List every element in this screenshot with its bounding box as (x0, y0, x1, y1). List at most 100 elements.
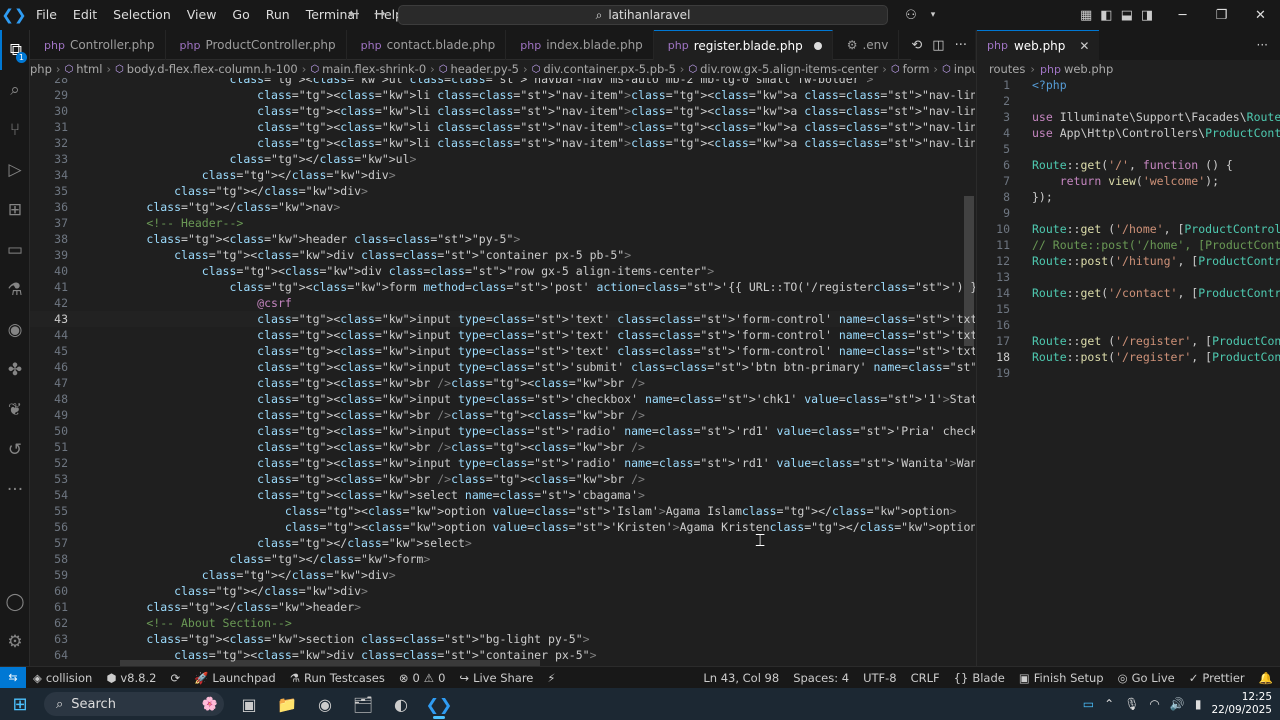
mongodb-icon[interactable]: ❦ (0, 390, 30, 430)
code-line[interactable]: 2 (977, 93, 1280, 109)
battery-icon[interactable]: ▮ (1195, 697, 1202, 711)
tab-product-controller[interactable]: php ProductController.php (166, 30, 347, 60)
notifications-bell-icon[interactable]: 🔔 (1252, 671, 1280, 685)
line-number[interactable]: 56 (30, 519, 68, 535)
code-text[interactable]: Route::post('/hitung', [ProductControlle… (1032, 253, 1280, 269)
testing-icon[interactable]: ⚗ (0, 270, 30, 310)
code-text[interactable]: class="tg"></class="kw">div> (91, 183, 368, 199)
code-text[interactable]: class="tg"><class="kw">li class=class="s… (91, 119, 975, 135)
tab-web-php[interactable]: php web.php ✕ (977, 30, 1100, 60)
source-control-icon[interactable]: ⑂ (0, 110, 30, 150)
code-line[interactable]: 7 return view('welcome'); (977, 173, 1280, 189)
chevron-down-icon[interactable]: ▾ (922, 10, 944, 20)
code-text[interactable]: class="tg"></class="kw">div> (91, 167, 396, 183)
code-line[interactable]: 15 (977, 301, 1280, 317)
code-text[interactable]: class="tg"><class="kw">li class=class="s… (91, 87, 975, 103)
menu-selection[interactable]: Selection (105, 0, 179, 30)
code-line[interactable]: 56 class="tg"><class="kw">option value=c… (30, 519, 975, 535)
line-number[interactable]: 63 (30, 631, 68, 647)
status-extra-icon[interactable]: ⚡ (540, 671, 562, 685)
code-line[interactable]: 47 class="tg"><class="kw">br />class="tg… (30, 375, 960, 391)
line-number[interactable]: 34 (30, 167, 68, 183)
line-number[interactable]: 33 (30, 151, 68, 167)
breadcrumb-item[interactable]: web.php (1064, 62, 1113, 76)
code-text[interactable]: class="tg"></class="kw">div> (91, 567, 396, 583)
line-number[interactable]: 53 (30, 471, 68, 487)
code-text[interactable]: class="tg"><class="kw">ul class=class="s… (91, 78, 873, 87)
status-encoding[interactable]: UTF-8 (856, 671, 904, 685)
code-text[interactable]: class="tg"><class="kw">li class=class="s… (91, 135, 975, 151)
line-number[interactable]: 46 (30, 359, 68, 375)
forward-arrow-icon[interactable]: → (374, 6, 386, 22)
breadcrumb-item[interactable]: div.container.px-5.pb-5 (543, 62, 675, 76)
line-number[interactable]: 51 (30, 439, 68, 455)
code-line[interactable]: 40 class="tg"><class="kw">div class=clas… (30, 263, 960, 279)
chrome-icon[interactable]: ◉ (308, 688, 342, 720)
code-line[interactable]: 44 class="tg"><class="kw">input type=cla… (30, 327, 975, 343)
minimize-icon[interactable]: ─ (1163, 0, 1202, 30)
code-text[interactable]: class="tg"></class="kw">form> (91, 551, 430, 567)
code-line[interactable]: 50 class="tg"><class="kw">input type=cla… (30, 423, 975, 439)
breadcrumb-item[interactable]: html (76, 62, 102, 76)
tab-controller[interactable]: php Controller.php (30, 30, 166, 60)
explorer-icon[interactable]: ⧉ 1 (0, 30, 30, 70)
line-number[interactable]: 18 (977, 349, 1010, 365)
code-line[interactable]: 33 class="tg"></class="kw">ul> (30, 151, 960, 167)
vscode-taskbar-icon[interactable]: ❮❯ (422, 688, 456, 720)
code-text[interactable]: <!-- About Section--> (91, 615, 291, 631)
line-number[interactable]: 29 (30, 87, 68, 103)
code-line[interactable]: 60 class="tg"></class="kw">div> (30, 583, 960, 599)
tab-register-blade[interactable]: php register.blade.php (653, 30, 833, 60)
line-number[interactable]: 15 (977, 301, 1010, 317)
code-line[interactable]: 32 class="tg"><class="kw">li class=class… (30, 135, 975, 151)
code-text[interactable]: class="tg"></class="kw">header> (91, 599, 361, 615)
code-line[interactable]: 1 <?php (977, 78, 1280, 93)
code-text[interactable]: @csrf (91, 295, 292, 311)
code-line[interactable]: 62 <!-- About Section--> (30, 615, 960, 631)
remote-indicator-icon[interactable]: ⇆ (0, 666, 26, 689)
line-number[interactable]: 47 (30, 375, 68, 391)
code-text[interactable]: <?php (1032, 78, 1067, 93)
status-indentation[interactable]: Spaces: 4 (786, 671, 856, 685)
code-line[interactable]: 9 (977, 205, 1280, 221)
line-number[interactable]: 55 (30, 503, 68, 519)
toggle-panel-icon[interactable]: ⬓ (1121, 8, 1133, 23)
code-line[interactable]: 4 use App\Http\Controllers\ProductControl… (977, 125, 1280, 141)
status-language[interactable]: {} Blade (947, 671, 1012, 685)
code-text[interactable]: // Route::post('/home', [ProductControll… (1032, 237, 1280, 253)
status-launchpad[interactable]: 🚀 Launchpad (187, 671, 283, 685)
code-line[interactable]: 10 Route::get ('/home', [ProductControlle… (977, 221, 1280, 237)
line-number[interactable]: 38 (30, 231, 68, 247)
code-line[interactable]: 54 class="tg"><class="kw">select name=cl… (30, 487, 960, 503)
code-line[interactable]: 28 class="tg"><class="kw">ul class=class… (30, 78, 960, 87)
line-number[interactable]: 44 (30, 327, 68, 343)
remote-explorer-icon[interactable]: ▭ (0, 230, 30, 270)
code-line[interactable]: 53 class="tg"><class="kw">br />class="tg… (30, 471, 960, 487)
status-finish-setup[interactable]: ▣ Finish Setup (1012, 671, 1111, 685)
code-line[interactable]: 35 class="tg"></class="kw">div> (30, 183, 960, 199)
code-line[interactable]: 48 class="tg"><class="kw">input type=cla… (30, 391, 975, 407)
breadcrumb-item[interactable]: routes (989, 62, 1025, 76)
line-number[interactable]: 7 (977, 173, 1010, 189)
code-line[interactable]: 41 class="tg"><class="kw">form method=cl… (30, 279, 975, 295)
code-text[interactable]: class="tg"><class="kw">input type=class=… (91, 311, 975, 327)
menu-view[interactable]: View (179, 0, 225, 30)
tab-contact-blade[interactable]: php contact.blade.php (347, 30, 507, 60)
file-explorer-icon[interactable]: 📁 (270, 688, 304, 720)
line-number[interactable]: 59 (30, 567, 68, 583)
code-line[interactable]: 49 class="tg"><class="kw">br />class="tg… (30, 407, 960, 423)
breadcrumb-item[interactable]: body.d-flex.flex-column.h-100 (127, 62, 298, 76)
toggle-sidebar-icon[interactable]: ◧ (1100, 8, 1112, 23)
line-number[interactable]: 50 (30, 423, 68, 439)
code-text[interactable]: class="tg"></class="kw">select> (91, 535, 472, 551)
manage-gear-icon[interactable]: ⚙ (0, 622, 30, 662)
code-line[interactable]: 18 Route::post('/register', [ProductContr… (977, 349, 1280, 365)
code-text[interactable]: class="tg"><class="kw">section class=cla… (91, 631, 589, 647)
code-text[interactable]: class="tg"></class="kw">div> (91, 583, 368, 599)
status-prettier[interactable]: ✓ Prettier (1182, 671, 1252, 685)
code-line[interactable]: 38 class="tg"><class="kw">header class=c… (30, 231, 960, 247)
search-icon[interactable]: ⌕ (0, 70, 30, 110)
toggle-secondary-sidebar-icon[interactable]: ◨ (1141, 8, 1153, 23)
code-line[interactable]: 46 class="tg"><class="kw">input type=cla… (30, 359, 975, 375)
code-text[interactable]: class="tg"><class="kw">select name=class… (91, 487, 645, 503)
